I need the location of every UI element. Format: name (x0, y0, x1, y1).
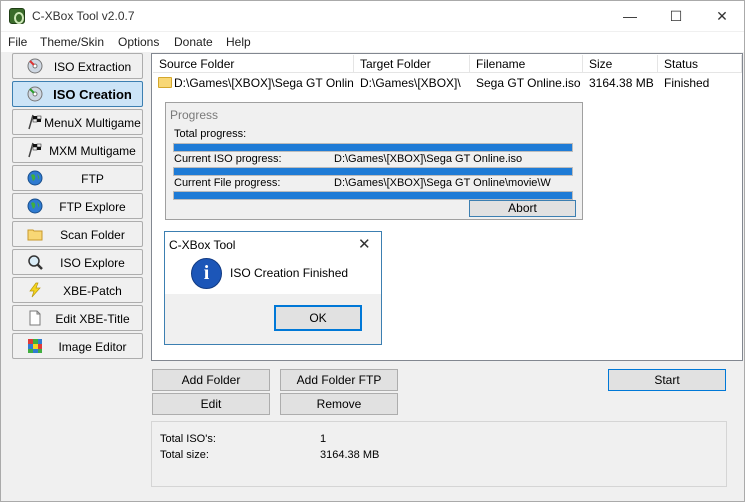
sidebar-item-label: ISO Extraction (53, 60, 132, 74)
file-progress-path: D:\Games\[XBOX]\Sega GT Online\movie\W (334, 177, 551, 189)
file-progress-bar (173, 191, 573, 200)
magnifier-icon (28, 255, 43, 270)
column-header-source-folder[interactable]: Source Folder (153, 55, 354, 73)
app-window: C-XBox Tool v2.0.7 — ☐ ✕ File Theme/Skin… (0, 0, 745, 502)
globe-icon (27, 170, 43, 186)
folder-icon (158, 77, 172, 88)
cell-filename: Sega GT Online.iso (476, 76, 581, 90)
sidebar-item-label: FTP Explore (59, 200, 126, 214)
sidebar-item-label: Edit XBE-Title (55, 312, 130, 326)
cell-target-folder: D:\Games\[XBOX]\ (360, 76, 461, 90)
iso-progress-path: D:\Games\[XBOX]\Sega GT Online.iso (334, 153, 523, 165)
menu-theme-skin[interactable]: Theme/Skin (40, 35, 104, 49)
sidebar-item-edit-xbe-title[interactable]: Edit XBE-Title (12, 305, 143, 331)
sidebar-item-ftp-explore[interactable]: FTP Explore (12, 193, 143, 219)
disc-icon (27, 58, 43, 74)
sidebar-item-label: MXM Multigame (49, 144, 136, 158)
sidebar-item-iso-creation[interactable]: ISO Creation (12, 81, 143, 107)
sidebar-item-label: Image Editor (58, 340, 127, 354)
menu-help[interactable]: Help (226, 35, 251, 49)
start-button[interactable]: Start (608, 369, 726, 391)
cell-source-folder: D:\Games\[XBOX]\Sega GT Online (174, 76, 354, 90)
stats-panel: Total ISO's: 1 Total size: 3164.38 MB (151, 421, 727, 487)
flag-icon (28, 142, 42, 158)
remove-button[interactable]: Remove (280, 393, 398, 415)
add-folder-button[interactable]: Add Folder (152, 369, 270, 391)
abort-button[interactable]: Abort (469, 200, 576, 217)
add-folder-ftp-button[interactable]: Add Folder FTP (280, 369, 398, 391)
app-icon (9, 8, 25, 24)
column-header-target-folder[interactable]: Target Folder (354, 55, 470, 73)
window-title: C-XBox Tool v2.0.7 (32, 9, 135, 23)
menu-options[interactable]: Options (118, 35, 159, 49)
sidebar-item-label: Scan Folder (60, 228, 125, 242)
maximize-button[interactable]: ☐ (653, 1, 699, 31)
sidebar-item-scan-folder[interactable]: Scan Folder (12, 221, 143, 247)
column-header-filename[interactable]: Filename (470, 55, 583, 73)
flag-icon (28, 114, 42, 130)
image-icon (28, 339, 42, 353)
sidebar-item-image-editor[interactable]: Image Editor (12, 333, 143, 359)
message-dialog: C-XBox Tool ✕ i ISO Creation Finished OK (164, 231, 382, 345)
sidebar-item-mxm-multigame[interactable]: MXM Multigame (12, 137, 143, 163)
ok-button[interactable]: OK (274, 305, 362, 331)
dialog-close-icon[interactable]: ✕ (358, 235, 371, 253)
sidebar-item-label: MenuX Multigame (44, 116, 141, 130)
dialog-title: C-XBox Tool (169, 238, 236, 252)
iso-progress-label: Current ISO progress: (174, 153, 282, 165)
total-progress-label: Total progress: (174, 128, 247, 140)
globe-icon (27, 198, 43, 214)
iso-progress-bar (173, 167, 573, 176)
file-progress-label: Current File progress: (174, 177, 281, 189)
table-row[interactable]: D:\Games\[XBOX]\Sega GT Online D:\Games\… (153, 74, 742, 92)
progress-title: Progress (170, 108, 219, 122)
menu-bar: File Theme/Skin Options Donate Help (1, 32, 744, 52)
table-header: Source Folder Target Folder Filename Siz… (153, 55, 742, 73)
title-bar: C-XBox Tool v2.0.7 — ☐ ✕ (1, 1, 744, 31)
dialog-body: i ISO Creation Finished (165, 256, 381, 292)
total-progress-bar (173, 143, 573, 152)
sidebar-item-xbe-patch[interactable]: XBE-Patch (12, 277, 143, 303)
sidebar-item-iso-explore[interactable]: ISO Explore (12, 249, 143, 275)
menu-donate[interactable]: Donate (174, 35, 213, 49)
dialog-message: ISO Creation Finished (230, 266, 349, 280)
minimize-button[interactable]: — (607, 1, 653, 31)
sidebar-item-menux-multigame[interactable]: MenuX Multigame (12, 109, 143, 135)
document-icon (29, 310, 41, 326)
sidebar-item-iso-extraction[interactable]: ISO Extraction (12, 53, 143, 79)
dialog-footer: OK (165, 294, 381, 344)
lightning-icon (29, 282, 41, 298)
cell-status: Finished (664, 76, 710, 90)
total-isos-value: 1 (320, 433, 327, 445)
disc-icon (27, 86, 43, 102)
sidebar-item-label: XBE-Patch (63, 284, 122, 298)
sidebar-item-ftp[interactable]: FTP (12, 165, 143, 191)
total-size-value: 3164.38 MB (320, 449, 380, 461)
iso-list-view[interactable]: Source Folder Target Folder Filename Siz… (151, 53, 743, 361)
sidebar-item-label: ISO Explore (60, 256, 125, 270)
progress-panel: Progress Total progress: Current ISO pro… (165, 102, 583, 220)
column-header-status[interactable]: Status (658, 55, 742, 73)
menu-file[interactable]: File (8, 35, 27, 49)
sidebar-item-label: ISO Creation (53, 87, 132, 102)
edit-button[interactable]: Edit (152, 393, 270, 415)
cell-size: 3164.38 MB (589, 76, 654, 90)
sidebar-item-label: FTP (81, 172, 104, 186)
total-size-label: Total size: (160, 449, 209, 461)
column-header-size[interactable]: Size (583, 55, 658, 73)
folder-icon (27, 229, 43, 241)
total-isos-label: Total ISO's: (160, 433, 216, 445)
info-icon: i (191, 258, 222, 289)
close-button[interactable]: ✕ (699, 1, 745, 31)
